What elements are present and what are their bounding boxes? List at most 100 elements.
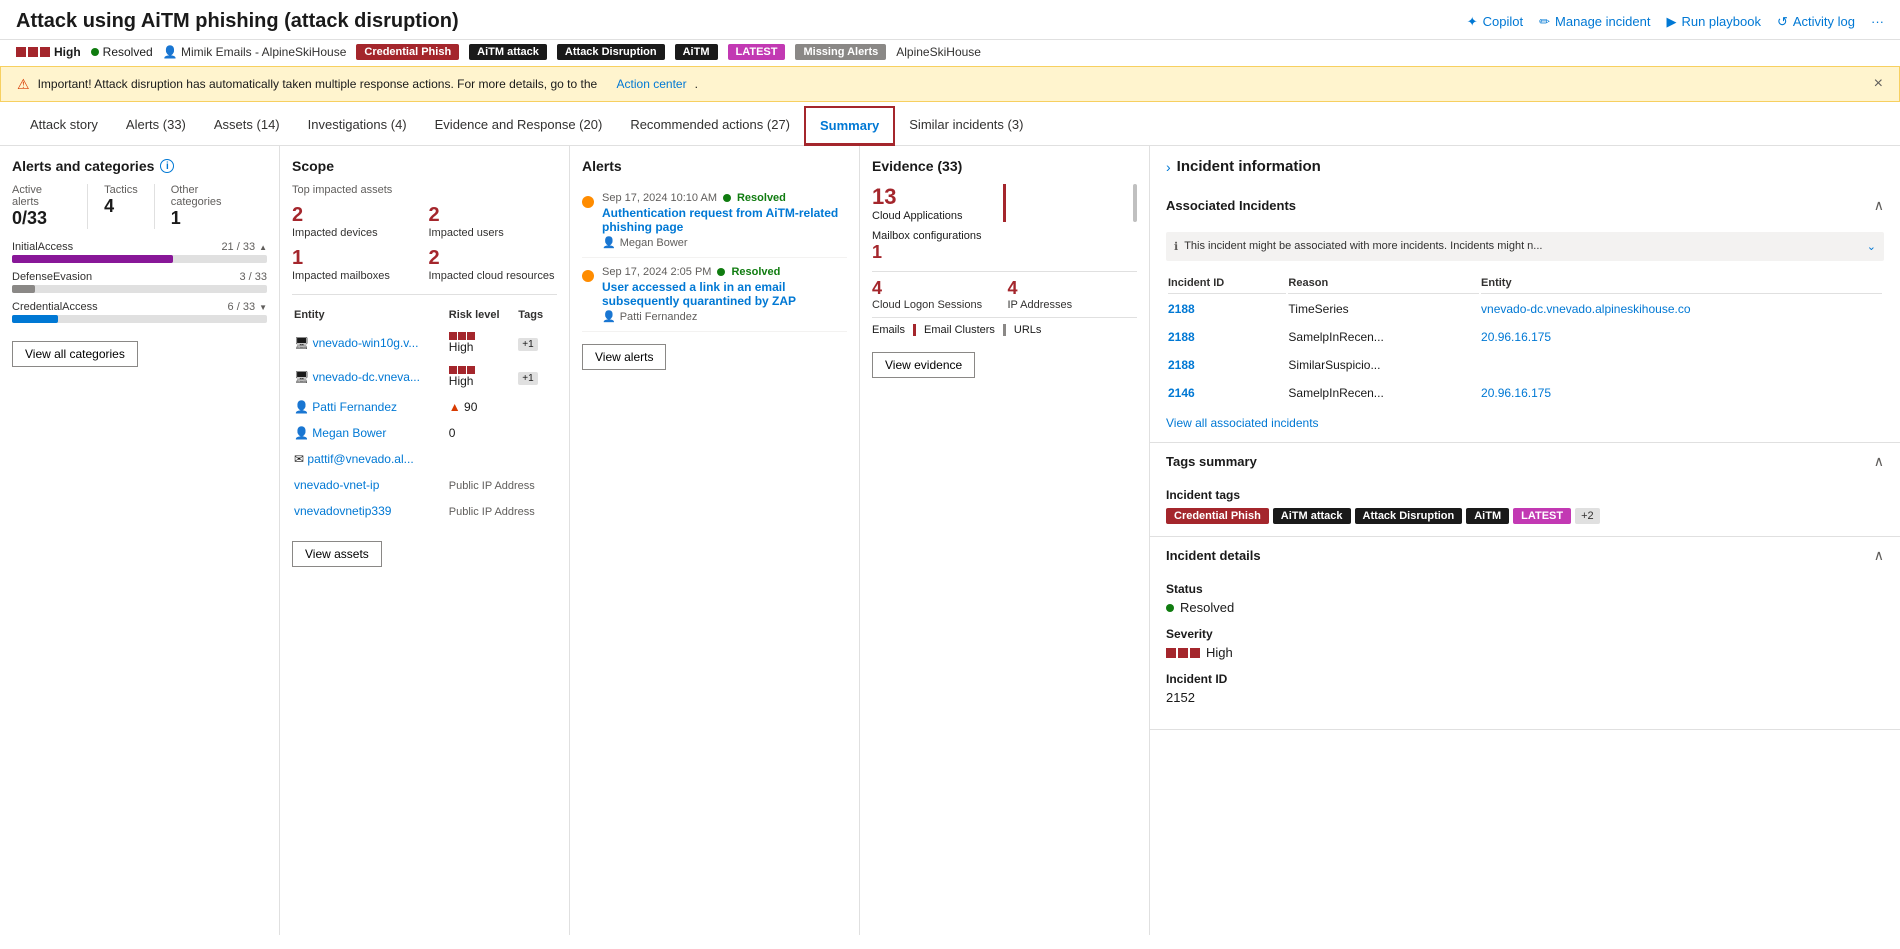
credential-access-track (12, 315, 267, 323)
summary-tag-cred-phish[interactable]: Credential Phish (1166, 508, 1269, 524)
activity-log-button[interactable]: ↺ Activity log (1777, 14, 1855, 30)
evidence-mailbox: Mailbox configurations 1 (872, 230, 1137, 263)
evidence-divider-2 (872, 317, 1137, 318)
entity-vnevadovnetip339[interactable]: vnevadovnetip339 (294, 504, 391, 518)
incident-row: 2188 TimeSeries vnevado-dc.vnevado.alpin… (1168, 296, 1882, 322)
incident-id-2188-2[interactable]: 2188 (1168, 330, 1195, 344)
top-header: Attack using AiTM phishing (attack disru… (0, 0, 1900, 40)
status-indicator: Resolved (91, 45, 153, 59)
evidence-scrollbar[interactable] (1133, 184, 1137, 222)
run-playbook-button[interactable]: ▶ Run playbook (1666, 14, 1761, 30)
evidence-email-clusters: Email Clusters (924, 324, 1006, 336)
tag-credential-phish[interactable]: Credential Phish (356, 44, 459, 60)
alert-item: Sep 17, 2024 2:05 PM Resolved User acces… (582, 258, 847, 332)
tag-attack-disruption[interactable]: Attack Disruption (557, 44, 665, 60)
risk-blocks (449, 332, 511, 340)
incident-id-2146[interactable]: 2146 (1168, 386, 1195, 400)
alert-banner: ⚠ Important! Attack disruption has autom… (0, 66, 1900, 102)
associated-info-box: ℹ This incident might be associated with… (1166, 232, 1884, 261)
tags-summary-section: Tags summary ∧ Incident tags Credential … (1150, 443, 1900, 537)
evidence-bottom-row: Emails Email Clusters URLs (872, 324, 1137, 336)
tag-aitm[interactable]: AiTM (675, 44, 718, 60)
tags-summary-header[interactable]: Tags summary ∧ (1150, 443, 1900, 480)
scroll-down-icon: ▼ (259, 303, 267, 312)
severity-blocks-detail (1166, 648, 1200, 658)
edit-icon: ✏ (1539, 14, 1550, 30)
credential-access-fill (12, 315, 58, 323)
associated-incidents-header[interactable]: Associated Incidents ∧ (1150, 187, 1900, 224)
incident-entity-link-1[interactable]: vnevado-dc.vnevado.alpineskihouse.co (1481, 302, 1690, 316)
alert-title-1[interactable]: Authentication request from AiTM-related… (602, 206, 847, 234)
banner-close-button[interactable]: × (1874, 75, 1883, 93)
tab-assets[interactable]: Assets (14) (200, 107, 294, 144)
info-icon[interactable]: i (160, 159, 174, 173)
tags-row: Credential Phish AiTM attack Attack Disr… (1166, 508, 1884, 524)
tab-similar-incidents[interactable]: Similar incidents (3) (895, 107, 1037, 144)
tab-evidence-response[interactable]: Evidence and Response (20) (421, 107, 617, 144)
summary-tag-plus[interactable]: +2 (1575, 508, 1600, 524)
alert-severity-dot (582, 196, 594, 208)
right-panel: › Incident information Associated Incide… (1150, 146, 1900, 935)
evidence-divider (872, 271, 1137, 272)
evidence-emails: Emails (872, 324, 916, 336)
entity-pattif-mail[interactable]: pattif@vnevado.al... (307, 452, 413, 466)
expand-icon[interactable]: › (1166, 159, 1171, 175)
user-icon-sm: 👤 (602, 236, 616, 249)
view-alerts-button[interactable]: View alerts (582, 344, 666, 370)
more-actions-button[interactable]: ··· (1871, 14, 1884, 29)
view-all-incidents-link[interactable]: View all associated incidents (1166, 416, 1884, 430)
view-all-categories-button[interactable]: View all categories (12, 341, 138, 367)
resolved-dot (91, 48, 99, 56)
impacted-devices-metric: 2 Impacted devices (292, 204, 421, 239)
entity-vnevado-win10[interactable]: vnevado-win10g.v... (313, 336, 419, 350)
alert-title-2[interactable]: User accessed a link in an email subsequ… (602, 280, 847, 308)
tab-recommended-actions[interactable]: Recommended actions (27) (616, 107, 804, 144)
summary-tag-attack-disruption[interactable]: Attack Disruption (1355, 508, 1463, 524)
defense-evasion-bar: DefenseEvasion 3 / 33 (12, 271, 267, 293)
incident-details-header[interactable]: Incident details ∧ (1150, 537, 1900, 574)
tag-aitm-attack[interactable]: AiTM attack (469, 44, 547, 60)
info-circle-icon: ℹ (1174, 240, 1178, 253)
copilot-button[interactable]: ✦ Copilot (1467, 14, 1523, 30)
entity-vnevado-vnet-ip[interactable]: vnevado-vnet-ip (294, 478, 379, 492)
alert-item: Sep 17, 2024 10:10 AM Resolved Authentic… (582, 184, 847, 258)
incident-entity-link-2[interactable]: 20.96.16.175 (1481, 330, 1551, 344)
tab-attack-story[interactable]: Attack story (16, 107, 112, 144)
associated-incidents-content: ℹ This incident might be associated with… (1150, 224, 1900, 442)
entity-megan-bower[interactable]: Megan Bower (312, 426, 386, 440)
more-icon: ··· (1871, 14, 1884, 29)
scope-metrics-grid: 2 Impacted devices 2 Impacted users 1 Im… (292, 204, 557, 282)
tab-investigations[interactable]: Investigations (4) (294, 107, 421, 144)
action-center-link[interactable]: Action center (617, 77, 687, 91)
incident-info-title: Incident information (1177, 158, 1321, 175)
user-icon: 👤 (294, 400, 309, 414)
summary-tag-aitm[interactable]: AiTM (1466, 508, 1509, 524)
view-evidence-button[interactable]: View evidence (872, 352, 975, 378)
incident-id-detail: Incident ID 2152 (1166, 672, 1884, 705)
evidence-scroll (1006, 184, 1137, 222)
collapse-icon: ∧ (1874, 197, 1884, 214)
manage-incident-button[interactable]: ✏ Manage incident (1539, 14, 1650, 30)
tab-alerts[interactable]: Alerts (33) (112, 107, 200, 144)
entity-vnevado-dc[interactable]: vnevado-dc.vneva... (313, 370, 420, 384)
impacted-cloud-resources-metric: 2 Impacted cloud resources (429, 247, 558, 282)
info-expand-icon[interactable]: ⌄ (1867, 240, 1876, 253)
device-icon: 🖥 (294, 336, 309, 350)
incident-id-2188-3[interactable]: 2188 (1168, 358, 1195, 372)
incident-entity-link-4[interactable]: 20.96.16.175 (1481, 386, 1551, 400)
tag-latest[interactable]: LATEST (728, 44, 786, 60)
tag-missing-alerts[interactable]: Missing Alerts (795, 44, 886, 60)
summary-tag-latest[interactable]: LATEST (1513, 508, 1571, 524)
entity-patti-fernandez[interactable]: Patti Fernandez (312, 400, 397, 414)
evidence-panel: Evidence (33) 13 Cloud Applications Mail… (860, 146, 1150, 935)
table-row: 👤 Patti Fernandez ▲ 90 (294, 395, 555, 419)
view-assets-button[interactable]: View assets (292, 541, 382, 567)
summary-tag-aitm-attack[interactable]: AiTM attack (1273, 508, 1351, 524)
evidence-title: Evidence (33) (872, 158, 1137, 174)
tags-col-header: Tags (518, 305, 555, 325)
incident-id-2188-1[interactable]: 2188 (1168, 302, 1195, 316)
alerts-panel: Alerts Sep 17, 2024 10:10 AM Resolved Au… (570, 146, 860, 935)
tab-summary[interactable]: Summary (804, 106, 895, 146)
resolved-dot-small (723, 194, 731, 202)
collapse-icon: ∧ (1874, 453, 1884, 470)
